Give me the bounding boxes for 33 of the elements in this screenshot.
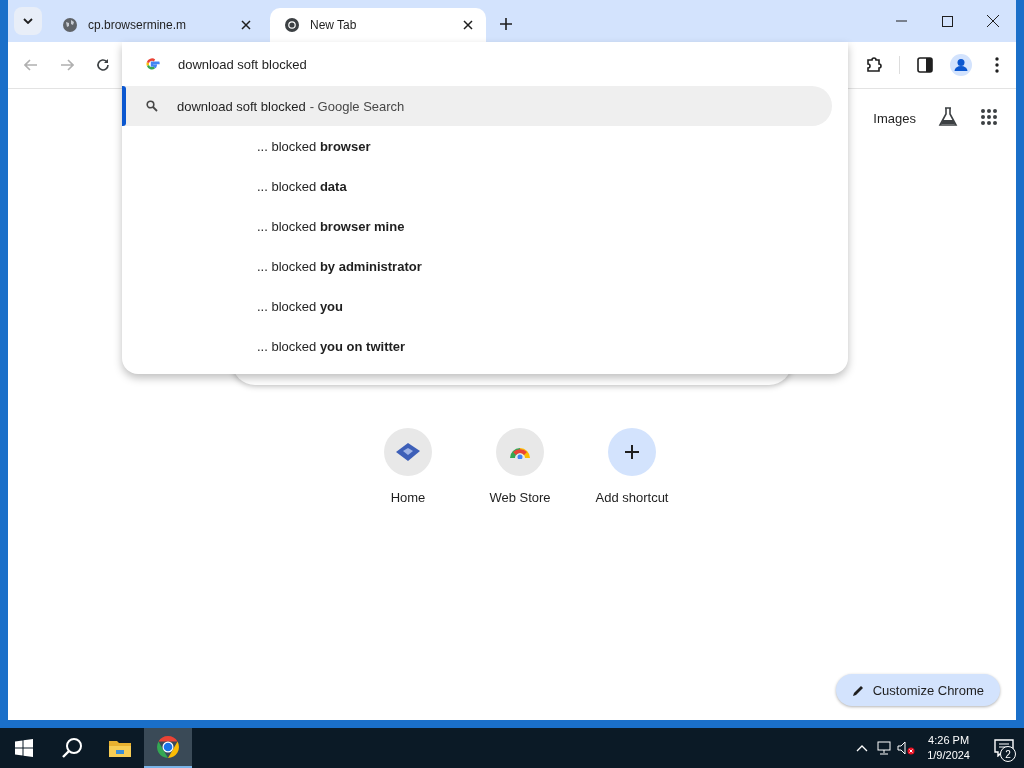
suggestion-item[interactable]: ... blocked data [122,166,832,206]
browser-tab[interactable]: New Tab [270,8,486,42]
suggestion-item[interactable]: download soft blocked - Google Search [122,86,832,126]
suggestion-item[interactable]: ... blocked you on twitter [122,326,832,366]
address-field[interactable]: download soft blocked [178,56,328,72]
suggestion-item[interactable]: ... blocked you [122,286,832,326]
side-panel-icon[interactable] [914,54,936,76]
chrome-icon [284,17,300,33]
profile-avatar[interactable] [950,54,972,76]
suggestion-item[interactable]: ... blocked browser [122,126,832,166]
pencil-icon [851,683,865,697]
shortcut-tile[interactable]: Web Store [480,428,560,505]
images-link[interactable]: Images [873,111,916,126]
rainbow-icon [509,445,531,459]
caret-icon [23,18,33,24]
shortcut-tile[interactable]: Home [368,428,448,505]
tab-search-button[interactable] [14,7,42,35]
search-icon [146,100,158,112]
clock-time[interactable]: 4:26 PM [928,733,970,748]
suggestion-item[interactable]: ... blocked by administrator [122,246,832,286]
browser-tab[interactable]: cp.browsermine.m [48,8,264,42]
plus-icon [624,444,640,460]
tab-title: New Tab [310,18,358,32]
suggestion-item[interactable]: ... blocked browser mine [122,206,832,246]
globe-icon [62,17,78,33]
notification-count: 2 [1000,746,1016,762]
shortcut-tile[interactable]: Add shortcut [592,428,672,505]
tab-title: cp.browsermine.m [88,18,188,32]
google-icon [144,56,160,72]
chrome-icon[interactable] [144,728,192,768]
clock-date[interactable]: 1/9/2024 [927,748,970,763]
tile-grid-icon [395,442,421,462]
customize-button[interactable]: Customize Chrome [835,674,1000,706]
